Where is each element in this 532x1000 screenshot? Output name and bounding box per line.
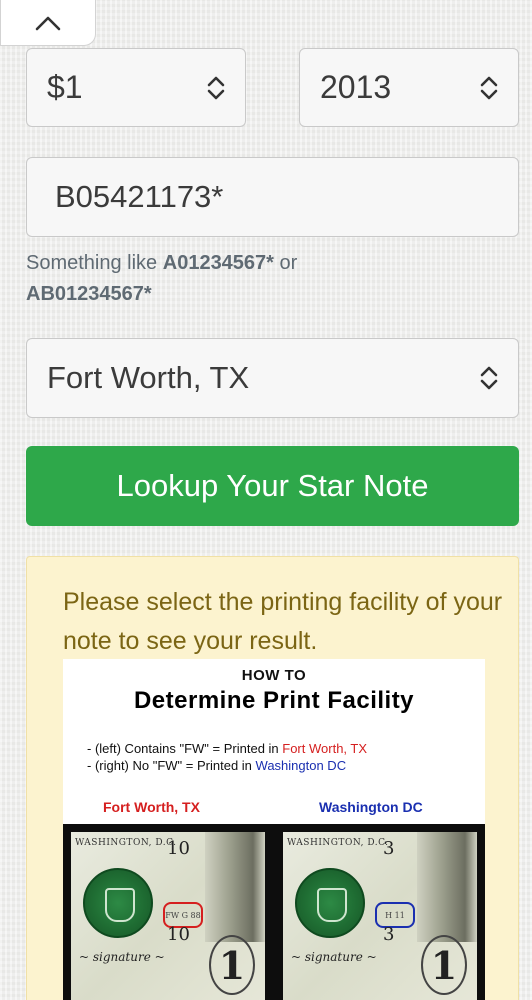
guide-line-left: - (left) Contains "FW" = Printed in Fort… (87, 741, 367, 756)
year-value: 2013 (320, 69, 392, 105)
serial-number-value: B05421173* (55, 179, 224, 214)
chevron-up-icon (35, 16, 61, 30)
signature: ~ signature ~ (291, 950, 377, 964)
guide-line-right: - (right) No "FW" = Printed in Washingto… (87, 758, 346, 773)
serial-hint: Something like A01234567* or AB01234567* (26, 248, 426, 310)
year-select[interactable]: 2013 (299, 48, 519, 127)
guide-title: Determine Print Facility (133, 687, 415, 714)
facility-notice: Please select the printing facility of y… (26, 556, 519, 1000)
serial-number-input[interactable]: B05421173* (26, 157, 519, 237)
treasury-seal-icon (295, 868, 365, 938)
facility-select[interactable]: Fort Worth, TX (26, 338, 519, 418)
facility-value: Fort Worth, TX (47, 360, 250, 395)
lookup-button[interactable]: Lookup Your Star Note (26, 446, 519, 526)
hint-example-2: AB01234567* (26, 283, 152, 305)
note-photo-washington: WASHINGTON, D.C. 3 H 11 3 ~ signature ~ … (283, 832, 477, 1000)
portrait (205, 832, 265, 942)
collapse-button[interactable] (0, 0, 96, 46)
plate-marker: H 11 (375, 902, 415, 928)
up-down-chevron-icon (480, 76, 498, 99)
guide-line1-text: - (left) Contains "FW" = Printed in (87, 741, 283, 756)
denomination-select[interactable]: $1 (26, 48, 246, 127)
signature: ~ signature ~ (79, 950, 165, 964)
guide-label-washington: Washington DC (319, 799, 423, 815)
denomination-one-icon: 1 (209, 935, 255, 995)
guide-line1-place: Fort Worth, TX (282, 741, 368, 756)
note-number-low: 10 (167, 924, 190, 945)
note-photo-fort-worth: WASHINGTON, D.C. 10 FW G 88 10 ~ signatu… (71, 832, 265, 1000)
print-facility-guide-image: HOW TO Determine Print Facility - (left)… (63, 659, 485, 1000)
up-down-chevron-icon (480, 366, 498, 390)
treasury-seal-icon (83, 868, 153, 938)
guide-line2-place: Washington DC (255, 758, 347, 773)
up-down-chevron-icon (207, 76, 225, 99)
portrait (417, 832, 477, 942)
denomination-one-icon: 1 (421, 935, 467, 995)
note-number: 10 (167, 838, 190, 859)
note-city: WASHINGTON, D.C. (75, 838, 177, 848)
hint-prefix: Something like (26, 252, 163, 274)
guide-how-to: HOW TO (241, 667, 307, 684)
note-number: 3 (383, 838, 395, 859)
note-photos: WASHINGTON, D.C. 10 FW G 88 10 ~ signatu… (63, 824, 485, 1000)
hint-example-1: A01234567* (162, 252, 274, 274)
notice-message: Please select the printing facility of y… (63, 588, 503, 655)
note-city: WASHINGTON, D.C. (287, 838, 389, 848)
denomination-value: $1 (47, 69, 83, 105)
note-number-low: 3 (383, 924, 395, 945)
hint-middle: or (273, 252, 298, 274)
guide-label-fort-worth: Fort Worth, TX (103, 799, 200, 815)
guide-line2-text: - (right) No "FW" = Printed in (87, 758, 256, 773)
